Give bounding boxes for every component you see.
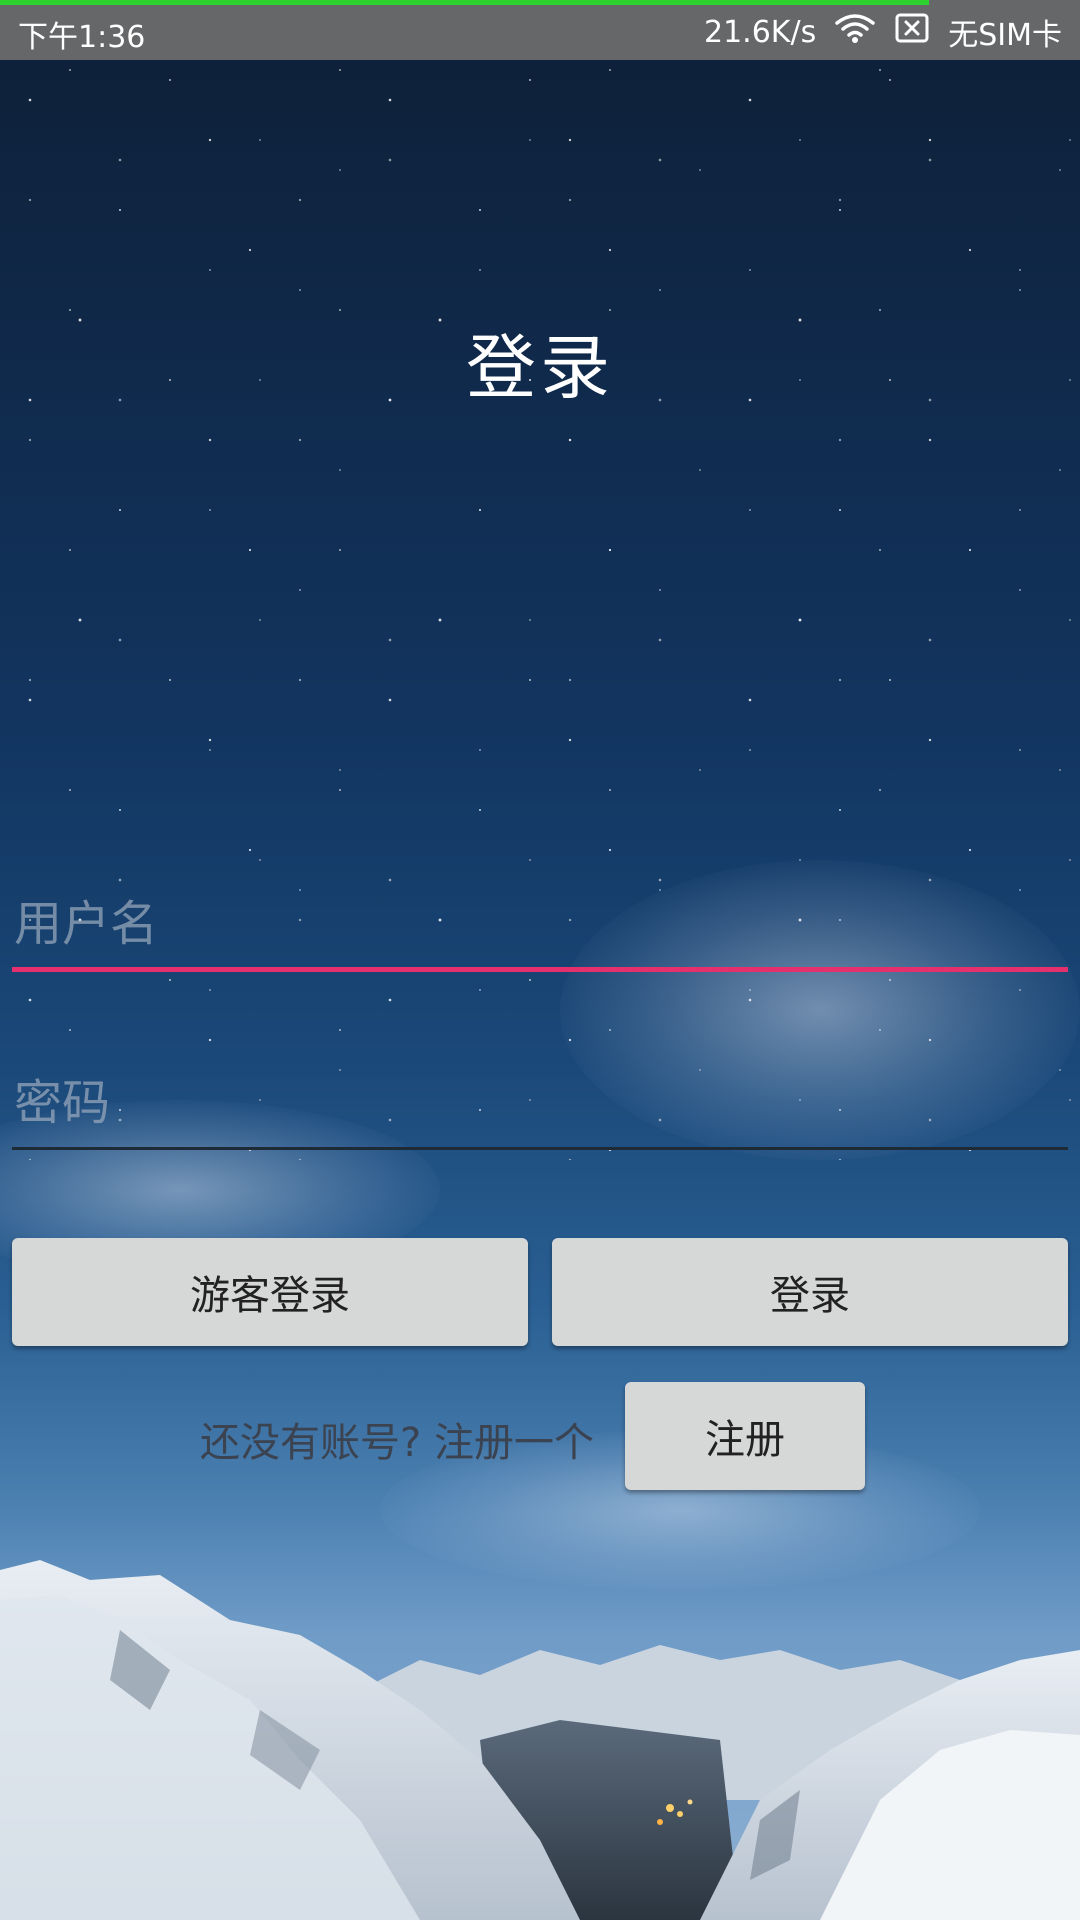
page-title: 登录 <box>466 327 614 409</box>
username-input[interactable] <box>12 880 1068 972</box>
status-time: 下午1:36 <box>18 20 146 55</box>
register-button[interactable]: 注册 <box>625 1382 865 1490</box>
page-load-progress-bar <box>0 0 929 5</box>
status-bar: 下午1:36 21.6K/s 无SIM卡 <box>0 0 1080 60</box>
snowy-mountains-background <box>0 1560 1080 1920</box>
sim-status: 无SIM卡 <box>948 18 1062 53</box>
login-screen: 下午1:36 21.6K/s 无SIM卡 登录 用户名 游客登录 登录 还没有账… <box>0 0 1080 1920</box>
sim-card-x-icon <box>894 12 930 52</box>
register-hint-text: 还没有账号? 注册一个 <box>200 1420 594 1466</box>
status-indicators: 21.6K/s 无SIM卡 <box>704 10 1062 54</box>
network-speed: 21.6K/s <box>704 14 817 50</box>
guest-login-button[interactable]: 游客登录 <box>12 1238 528 1346</box>
login-button[interactable]: 登录 <box>552 1238 1068 1346</box>
password-input[interactable] <box>12 1058 1068 1150</box>
wifi-icon <box>834 12 876 52</box>
